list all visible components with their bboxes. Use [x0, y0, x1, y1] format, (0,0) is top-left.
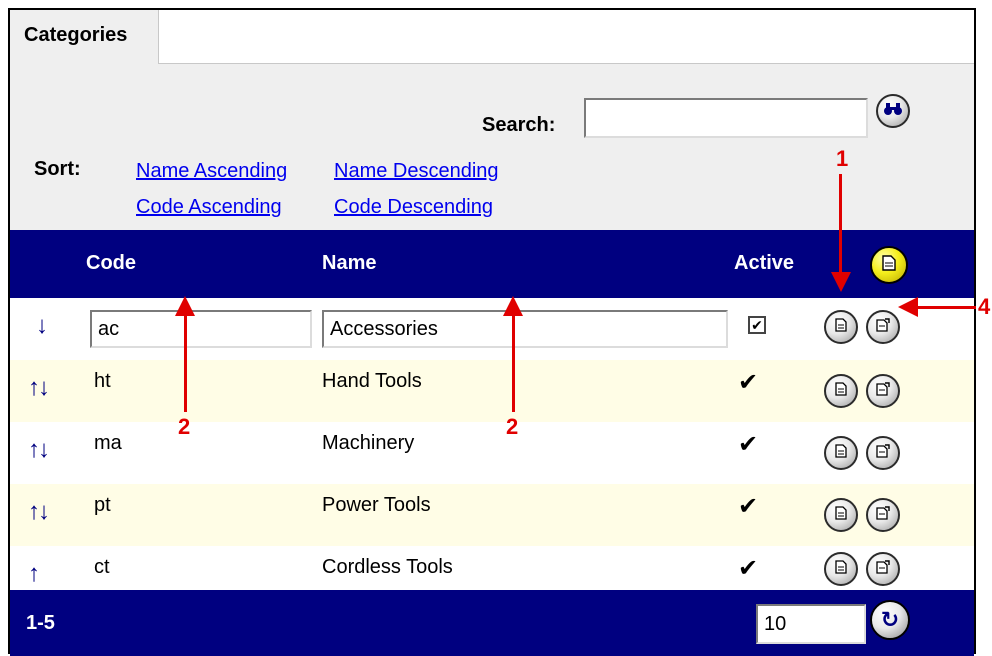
- active-check-icon: ✔: [738, 431, 759, 458]
- column-header-code: Code: [86, 252, 136, 274]
- tab-label: Categories: [24, 24, 128, 46]
- callout-arrow-2a: [184, 312, 187, 412]
- active-check-icon: ✔: [738, 493, 759, 520]
- sort-label: Sort:: [34, 158, 81, 180]
- table-row-editing: ↓ ✔: [10, 298, 974, 360]
- row-name: Hand Tools: [322, 370, 422, 392]
- document-icon: [835, 317, 847, 337]
- refresh-icon: ↻: [880, 607, 900, 632]
- edit-row-button[interactable]: [824, 498, 858, 532]
- save-row-button[interactable]: [824, 310, 858, 344]
- move-arrows-icon[interactable]: ↑↓: [28, 436, 50, 464]
- callout-arrowhead-4: [898, 297, 918, 317]
- detail-row-button[interactable]: [866, 374, 900, 408]
- row-code: pt: [94, 494, 111, 516]
- document-arrow-icon: [876, 505, 890, 525]
- callout-label-2b: 2: [506, 414, 519, 439]
- callout-arrowhead-2a: [175, 296, 195, 316]
- tab-strip: Categories: [10, 10, 974, 64]
- detail-row-button[interactable]: [866, 552, 900, 586]
- table-row[interactable]: ↑↓ pt Power Tools ✔: [10, 484, 974, 546]
- document-icon: [835, 559, 847, 579]
- callout-arrow-2b: [512, 312, 515, 412]
- row-code: ct: [94, 556, 110, 578]
- table-row[interactable]: ↑ ct Cordless Tools ✔: [10, 546, 974, 590]
- row-name: Cordless Tools: [322, 556, 453, 578]
- document-arrow-icon: [876, 443, 890, 463]
- search-input[interactable]: [584, 98, 868, 138]
- callout-arrow-1: [839, 174, 842, 274]
- row-code: ma: [94, 432, 122, 454]
- callout-arrow-4: [916, 306, 976, 309]
- move-arrows-icon[interactable]: ↑↓: [28, 498, 50, 526]
- document-arrow-icon: [876, 381, 890, 401]
- detail-row-button[interactable]: [866, 436, 900, 470]
- row-name: Machinery: [322, 432, 415, 454]
- refresh-button[interactable]: ↻: [870, 600, 910, 640]
- sort-code-descending-link[interactable]: Code Descending: [334, 196, 493, 219]
- callout-label-4: 4: [978, 294, 991, 319]
- record-range: 1-5: [26, 612, 55, 634]
- document-icon: [835, 505, 847, 525]
- document-icon: [835, 381, 847, 401]
- active-check-icon: ✔: [738, 555, 759, 582]
- tab-categories[interactable]: Categories: [10, 10, 159, 64]
- name-input[interactable]: [322, 310, 728, 348]
- callout-arrowhead-2b: [503, 296, 523, 316]
- callout-label-2a: 2: [178, 414, 191, 439]
- table-row[interactable]: ↑↓ ht Hand Tools ✔: [10, 360, 974, 422]
- move-down-icon[interactable]: ↓: [36, 312, 48, 340]
- edit-row-button[interactable]: [824, 552, 858, 586]
- edit-row-button[interactable]: [824, 374, 858, 408]
- sort-name-ascending-link[interactable]: Name Ascending: [136, 160, 287, 183]
- row-name: Power Tools: [322, 494, 431, 516]
- callout-arrowhead-1: [831, 272, 851, 292]
- binoculars-icon: [883, 102, 903, 121]
- edit-row-button[interactable]: [824, 436, 858, 470]
- table-row[interactable]: ↑↓ ma Machinery ✔: [10, 422, 974, 484]
- detail-row-button[interactable]: [866, 310, 900, 344]
- categories-window: Categories Search: Sort: Name Ascending …: [8, 8, 976, 656]
- column-header-active: Active: [734, 252, 795, 274]
- move-arrows-icon[interactable]: ↑↓: [28, 374, 50, 402]
- add-category-button[interactable]: [870, 246, 908, 284]
- sort-name-descending-link[interactable]: Name Descending: [334, 160, 499, 183]
- document-arrow-icon: [876, 559, 890, 579]
- table-header: Code Name Active: [10, 230, 974, 298]
- page-size-input[interactable]: [756, 604, 866, 644]
- move-arrows-icon[interactable]: ↑: [28, 560, 40, 588]
- active-check-icon: ✔: [738, 369, 759, 396]
- column-header-name: Name: [322, 252, 377, 274]
- callout-label-1: 1: [836, 146, 849, 171]
- new-document-icon: [882, 254, 896, 276]
- active-checkbox[interactable]: ✔: [748, 316, 766, 334]
- code-input[interactable]: [90, 310, 312, 348]
- search-button[interactable]: [876, 94, 910, 128]
- detail-row-button[interactable]: [866, 498, 900, 532]
- table-footer: 1-5 ↻: [10, 590, 974, 656]
- document-icon: [835, 443, 847, 463]
- row-code: ht: [94, 370, 111, 392]
- search-label: Search:: [482, 114, 556, 136]
- sort-code-ascending-link[interactable]: Code Ascending: [136, 196, 282, 219]
- document-arrow-icon: [876, 317, 890, 337]
